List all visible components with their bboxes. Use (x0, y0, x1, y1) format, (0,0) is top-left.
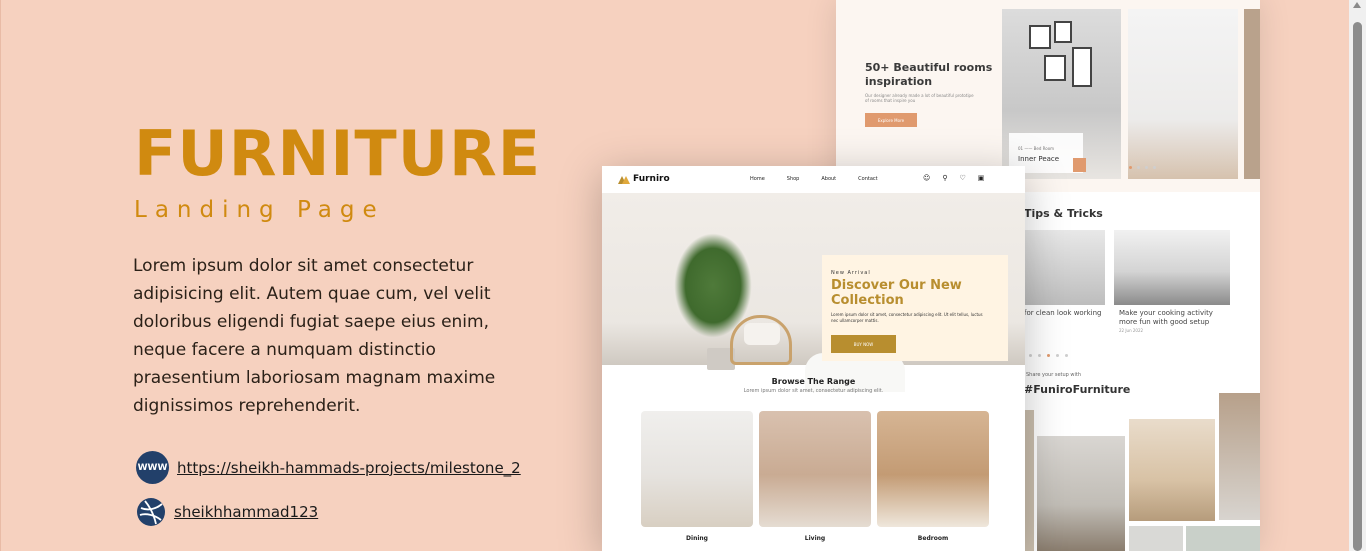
mockup-back-tips-dots (1029, 354, 1068, 357)
mockup-screenshot-front: Furniro Home Shop About Contact ☺ ⚲ ♡ ▣ … (602, 166, 1025, 551)
mockup-back-room-image-3 (1244, 9, 1260, 179)
mockup-back-gallery-image (1186, 526, 1260, 551)
cushion-image (744, 323, 780, 345)
mockup-back-tip-image-1 (1023, 230, 1105, 305)
mockup-back-room-card-meta: 01 —— Bed Room (1018, 146, 1055, 151)
website-link-row: WWW https://sheikh-hammads-projects/mile… (136, 451, 521, 484)
globe-icon: WWW (136, 451, 169, 484)
mockup-front-card-tag: New Arrival (831, 270, 871, 276)
scrollbar-thumb[interactable] (1353, 22, 1362, 551)
mockup-back-hero-title: 50+ Beautiful rooms inspiration (865, 61, 993, 88)
mockup-back-tip-image-2 (1114, 230, 1230, 305)
mockup-front-menu-item: About (821, 176, 837, 182)
mockup-front-category-label: Bedroom (917, 535, 949, 542)
mockup-back-slider-dots (1129, 166, 1156, 169)
mockup-front-category-label: Living (804, 535, 826, 542)
mockup-back-tip-caption-1: for clean look working (1024, 309, 1102, 317)
mockup-back-tip-date: 22 Jun 2022 (1119, 328, 1144, 333)
mockup-front-buy-button: BUY NOW (831, 335, 896, 353)
heart-icon: ♡ (959, 174, 966, 182)
dribbble-link[interactable]: sheikhhammad123 (174, 503, 318, 521)
mockup-front-category-image-living (759, 411, 871, 527)
mockup-front-browse-subtitle: Lorem ipsum dolor sit amet, consectetur … (743, 388, 884, 394)
mockup-front-category-label: Dining (686, 535, 708, 542)
mockup-back-hero-text: Our designer already made a lot of beaut… (865, 93, 974, 103)
mockup-front-category-image-dining (641, 411, 753, 527)
website-link[interactable]: https://sheikh-hammads-projects/mileston… (177, 459, 521, 477)
vertical-scrollbar[interactable] (1349, 0, 1366, 551)
dribbble-icon (137, 498, 165, 526)
hero-subtitle: Landing Page (134, 197, 385, 223)
logo-icon (618, 176, 630, 184)
mockup-front-browse-title: Browse The Range (771, 377, 856, 386)
cart-icon: ▣ (977, 174, 985, 182)
mockup-front-card-text: Lorem ipsum dolor sit amet, consectetur … (831, 312, 983, 323)
mockup-front-menu-item: Contact (858, 176, 878, 182)
arrow-right-icon (1073, 158, 1086, 172)
mockup-back-brand-tag: #FuniroFurniture (1024, 383, 1131, 396)
page-background: FURNITURE Landing Page Lorem ipsum dolor… (0, 0, 1349, 551)
mockup-front-hero-image: New Arrival Discover Our New Collection … (602, 193, 1025, 392)
mockup-back-gallery-image (1219, 393, 1260, 520)
mockup-back-share-text: Share your setup with (1026, 372, 1082, 378)
hero-description: Lorem ipsum dolor sit amet consectetur a… (133, 256, 496, 416)
search-icon: ⚲ (942, 174, 948, 182)
mockup-back-gallery-image (1129, 526, 1183, 551)
mockup-back-gallery-image (1129, 419, 1215, 521)
mockup-back-tips-title: Tips & Tricks (1024, 207, 1103, 220)
mockup-back-gallery-image (1037, 436, 1125, 551)
mockup-front-menu-item: Shop (786, 176, 800, 182)
hero-title: FURNITURE (134, 117, 542, 190)
mockup-front-nav-icons: ☺ ⚲ ♡ ▣ (923, 174, 984, 182)
mockup-front-hero-card: New Arrival Discover Our New Collection … (822, 255, 1008, 361)
mockup-front-menu-item: Home (750, 176, 765, 182)
mockup-back-tip-caption-2: Make your cooking activity more fun with… (1119, 309, 1213, 326)
mockup-front-menu: Home Shop About Contact (750, 176, 878, 182)
user-icon: ☺ (923, 174, 931, 182)
mockup-front-logo: Furniro (633, 174, 670, 184)
mockup-back-room-card-title: Inner Peace (1018, 155, 1060, 163)
mockup-front-card-title: Discover Our New Collection (831, 278, 962, 308)
mockup-back-explore-button: Explore More (865, 113, 917, 127)
scroll-up-arrow-icon[interactable] (1353, 2, 1361, 8)
dribbble-link-row: sheikhhammad123 (136, 497, 318, 527)
mockup-front-category-image-bedroom (877, 411, 989, 527)
mockup-back-room-image-2 (1128, 9, 1238, 179)
